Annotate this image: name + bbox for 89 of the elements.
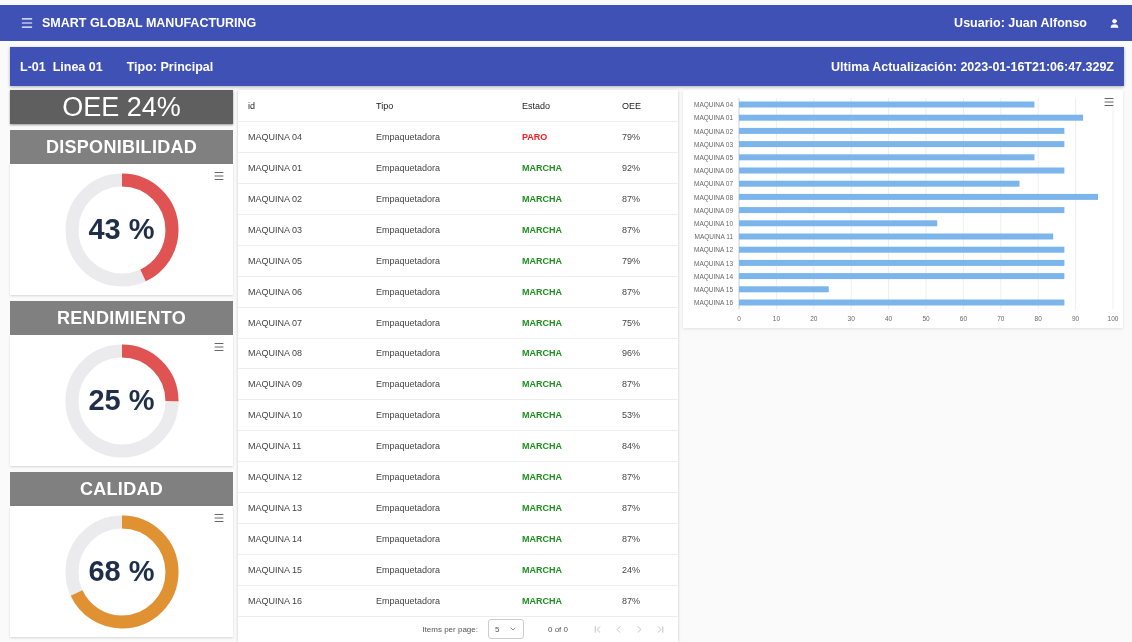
oee-total: OEE 24% (10, 90, 233, 124)
last-update: Ultima Actualización: 2023-01-16T21:06:47.329Z (831, 59, 1114, 74)
gauge-title: CALIDAD (10, 472, 233, 506)
table-cell-text: MAQUINA 07 (248, 317, 304, 328)
table-cell-text: Empaquetadora (376, 441, 442, 452)
gauge-value: 25 % (88, 384, 155, 417)
table-cell-text: 79% (622, 132, 641, 143)
column-header: Estado (522, 100, 552, 111)
table-cell-text: Empaquetadora (376, 317, 442, 328)
table-cell-text: MAQUINA 16 (248, 595, 304, 606)
column-header: OEE (622, 100, 642, 111)
table-cell-text: 24% (622, 564, 641, 575)
table-cell-text: 53% (622, 410, 641, 421)
table-cell-text: 87% (622, 193, 641, 204)
menu-icon[interactable] (1103, 96, 1115, 108)
status-cell-text: MARCHA (522, 503, 563, 514)
status-cell-text: MARCHA (522, 193, 563, 204)
table-cell-text: 87% (622, 379, 641, 390)
table-cell-text: Empaquetadora (376, 348, 442, 359)
table-cell-text: Empaquetadora (376, 193, 442, 204)
status-cell-text: MARCHA (522, 224, 563, 235)
table-cell-text: 87% (622, 224, 641, 235)
table-cell-text: 79% (622, 255, 641, 266)
menu-icon[interactable] (213, 341, 225, 353)
menu-icon[interactable] (213, 512, 225, 524)
page-range: 0 of 0 (548, 624, 568, 634)
status-cell-text: MARCHA (522, 348, 563, 359)
status-cell-text: MARCHA (522, 286, 563, 297)
table-cell-text: Empaquetadora (376, 410, 442, 421)
status-cell-text: MARCHA (522, 410, 563, 421)
table-cell-text: MAQUINA 05 (248, 255, 304, 266)
menu-icon[interactable] (213, 170, 225, 182)
table-cell-text: Empaquetadora (376, 224, 442, 235)
table-cell-text: MAQUINA 02 (248, 193, 304, 204)
table-cell-text: MAQUINA 09 (248, 379, 304, 390)
table-cell-text: MAQUINA 06 (248, 286, 304, 297)
line-name: L-01 Linea 01 (20, 59, 103, 74)
column-header: id (248, 100, 256, 111)
table-cell-text: MAQUINA 12 (248, 472, 304, 483)
table-cell-text: 84% (622, 441, 641, 452)
page-size-select[interactable]: 5 (488, 619, 524, 640)
status-cell-text: MARCHA (522, 564, 563, 575)
user-name: Usuario: Juan Alfonso (954, 16, 1087, 30)
table-cell-text: MAQUINA 03 (248, 224, 304, 235)
table-cell-text: Empaquetadora (376, 595, 442, 606)
gauge-value: 43 % (88, 213, 155, 246)
table-cell-text: 87% (622, 286, 641, 297)
table-cell-text: 75% (622, 317, 641, 328)
menu-icon[interactable] (20, 16, 34, 30)
status-cell-text: PARO (522, 132, 549, 143)
status-cell-text: MARCHA (522, 534, 563, 544)
table-cell-text: 92% (622, 162, 641, 173)
table-cell-text: MAQUINA 15 (248, 564, 304, 575)
items-per-page-label: Items per page: (422, 624, 478, 634)
table-cell-text: Empaquetadora (376, 503, 442, 514)
table-cell-text: Empaquetadora (376, 534, 442, 544)
table-cell-text: 87% (622, 472, 641, 483)
table-cell-text: MAQUINA 01 (248, 162, 304, 173)
table-cell-text: 96% (622, 348, 641, 359)
table-cell-text: MAQUINA 08 (248, 348, 304, 359)
status-cell-text: MARCHA (522, 595, 563, 606)
table-cell-text: MAQUINA 13 (248, 503, 304, 514)
table-cell-text: Empaquetadora (376, 564, 442, 575)
table-cell-text: MAQUINA 10 (248, 410, 304, 421)
status-cell-text: MARCHA (522, 472, 563, 483)
table-cell-text: 87% (622, 503, 641, 514)
table-cell-text: MAQUINA 11 (248, 441, 303, 452)
table-cell-text: MAQUINA 04 (248, 132, 304, 143)
status-cell-text: MARCHA (522, 441, 563, 452)
gauge-value: 68 % (88, 555, 155, 588)
status-cell-text: MARCHA (522, 255, 563, 266)
table-cell-text: Empaquetadora (376, 379, 442, 390)
gauge-title: DISPONIBILIDAD (10, 130, 233, 164)
status-cell-text: MARCHA (522, 379, 563, 390)
table-cell-text: 87% (622, 534, 641, 544)
table-cell-text: Empaquetadora (376, 472, 442, 483)
user-icon[interactable] (1109, 17, 1120, 29)
status-cell-text: MARCHA (522, 162, 563, 173)
gauge-title: RENDIMIENTO (10, 301, 233, 335)
table-cell-text: Empaquetadora (376, 286, 442, 297)
status-cell-text: MARCHA (522, 317, 563, 328)
table-cell-text: Empaquetadora (376, 162, 442, 173)
line-type: Tipo: Principal (126, 59, 214, 74)
table-cell-text: Empaquetadora (376, 255, 442, 266)
table-cell-text: MAQUINA 14 (248, 534, 304, 544)
column-header: Tipo (376, 100, 395, 111)
table-cell-text: Empaquetadora (376, 132, 442, 143)
table-cell-text: 87% (622, 595, 641, 606)
app-title: SMART GLOBAL MANUFACTURING (42, 16, 257, 30)
